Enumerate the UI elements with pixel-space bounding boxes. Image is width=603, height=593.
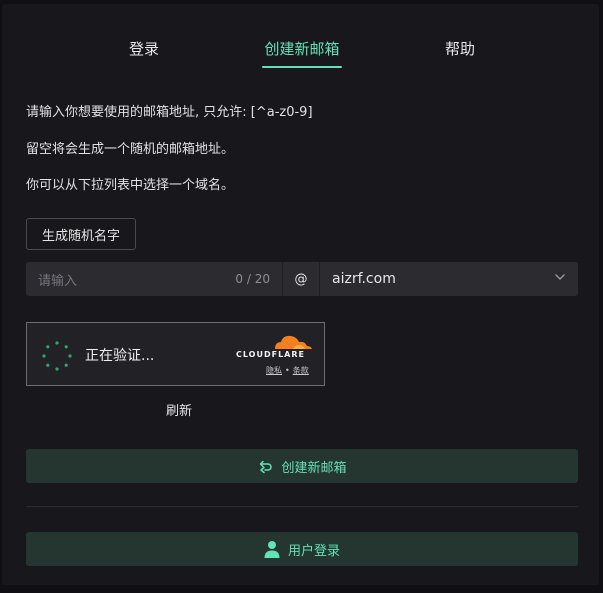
instruction-choose-domain: 你可以从下拉列表中选择一个域名。 [26,178,235,193]
chevron-down-icon [554,271,566,287]
user-login-button[interactable]: 用户登录 [26,532,578,566]
create-mailbox-label: 创建新邮箱 [281,460,347,476]
section-divider [26,506,578,507]
address-input-group: 请输入 0 / 20 @ aizrf.com [26,262,578,296]
mailbox-name-placeholder: 请输入 [38,273,78,289]
privacy-link[interactable]: 隐私 [266,366,282,375]
create-mailbox-button[interactable]: 创建新邮箱 [26,449,578,483]
tab-help[interactable]: 帮助 [445,38,475,59]
tab-bar: 登录 创建新邮箱 帮助 [2,4,599,74]
main-panel: 登录 创建新邮箱 帮助 请输入你想要使用的邮箱地址, 只允许: [^a-z0-9… [2,4,599,585]
mailbox-name-input[interactable]: 请输入 0 / 20 [26,262,282,296]
captcha-links: 隐私 • 条款 [266,365,309,376]
user-icon [264,540,280,558]
captcha-status: 正在验证... [85,348,155,364]
loading-spinner-icon [41,340,73,372]
generate-random-name-button[interactable]: 生成随机名字 [26,218,136,250]
tab-create-mailbox[interactable]: 创建新邮箱 [264,38,339,59]
captcha-widget[interactable]: 正在验证... CLOUDFLARE 隐私 • 条款 [26,322,325,386]
swap-arrow-icon [257,458,273,474]
at-symbol: @ [282,262,320,296]
instruction-allowed-chars: 请输入你想要使用的邮箱地址, 只允许: [^a-z0-9] [26,105,313,120]
link-separator: • [285,366,290,375]
terms-link[interactable]: 条款 [293,366,309,375]
character-counter: 0 / 20 [235,272,270,286]
tab-login[interactable]: 登录 [129,38,159,59]
user-login-label: 用户登录 [287,543,340,559]
active-tab-indicator [262,66,342,68]
refresh-captcha-link[interactable]: 刷新 [166,400,192,419]
instruction-random-address: 留空将会生成一个随机的邮箱地址。 [26,142,235,157]
domain-select-value: aizrf.com [332,271,396,287]
cloudflare-wordmark: CLOUDFLARE [236,350,305,359]
domain-select[interactable]: aizrf.com [320,262,578,296]
